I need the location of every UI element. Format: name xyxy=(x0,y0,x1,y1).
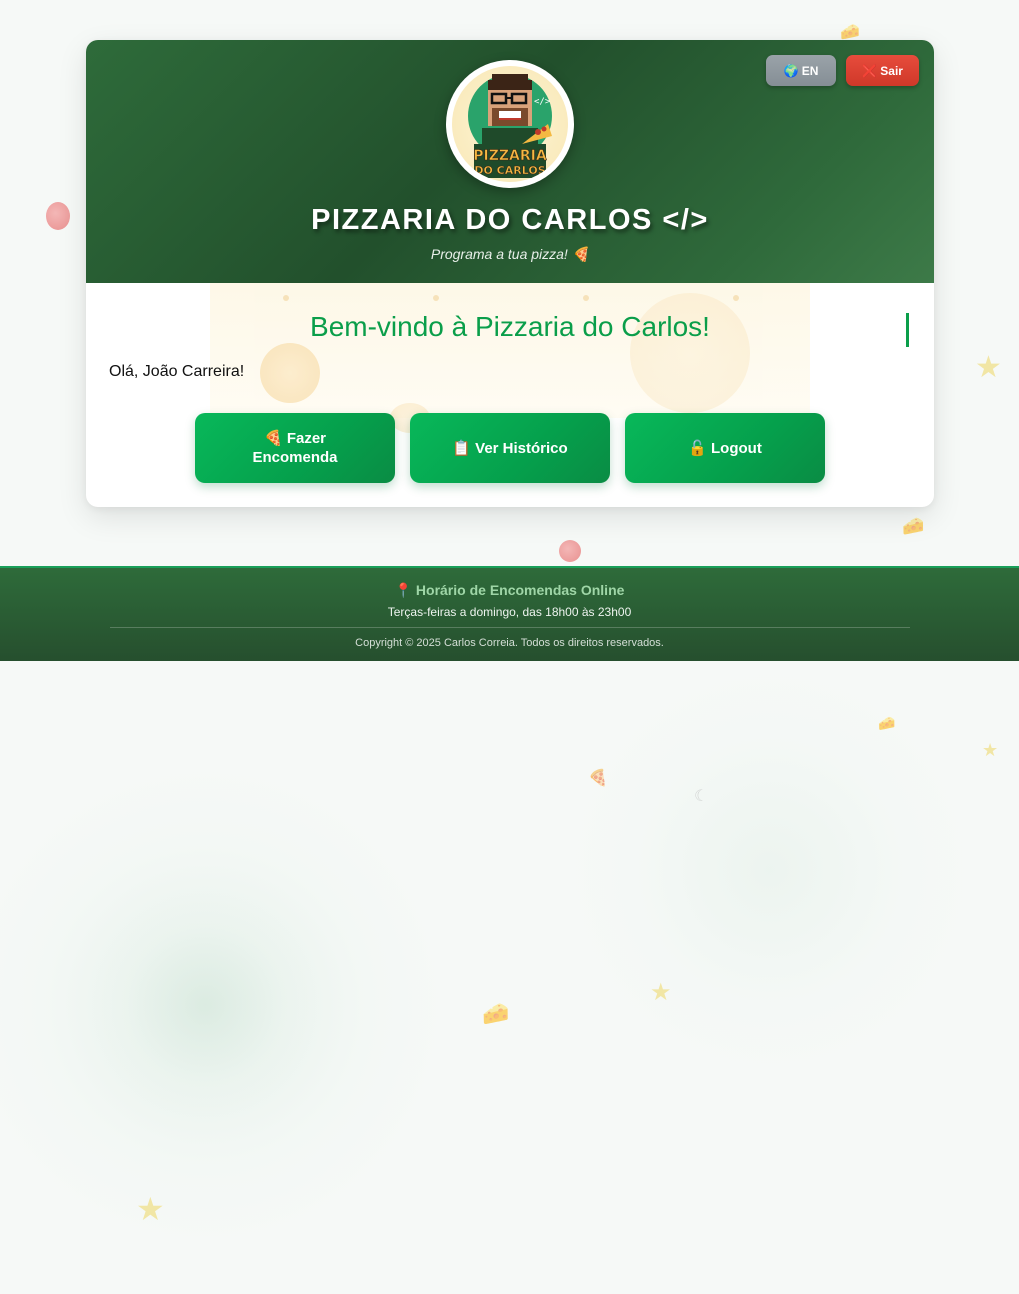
star-icon: ★ xyxy=(136,1190,165,1228)
footer-copyright: Copyright © 2025 Carlos Correia. Todos o… xyxy=(355,637,664,649)
logout-button[interactable]: 🔓 Logout xyxy=(625,413,825,483)
footer-divider xyxy=(110,627,910,628)
main-card: 🌍 EN ❌ Sair </> PIZZARIA DO CARLOS PIZZA… xyxy=(86,40,934,507)
svg-text:DO CARLOS: DO CARLOS xyxy=(474,164,545,177)
typing-cursor xyxy=(906,313,909,347)
logo: </> PIZZARIA DO CARLOS xyxy=(446,60,574,188)
moon-icon: ☾ xyxy=(694,786,709,805)
welcome-heading: Bem-vindo à Pizzaria do Carlos! xyxy=(310,311,710,342)
user-greeting: Olá, João Carreira! xyxy=(109,363,245,380)
svg-text:</>: </> xyxy=(534,97,551,107)
chef-avatar-icon: </> PIZZARIA DO CARLOS xyxy=(468,74,552,178)
star-icon: ★ xyxy=(982,740,999,761)
pizza-slice-icon: 🍕 xyxy=(588,768,608,787)
view-history-button[interactable]: 📋 Ver Histórico xyxy=(410,413,610,483)
bg-circle xyxy=(80,880,330,1130)
footer-hours-title: 📍 Horário de Encomendas Online xyxy=(394,582,625,598)
language-button[interactable]: 🌍 EN xyxy=(766,55,836,86)
star-icon: ★ xyxy=(975,350,1002,385)
place-order-button[interactable]: 🍕 Fazer Encomenda xyxy=(195,413,395,483)
bg-circle xyxy=(560,660,980,1080)
cheese-icon: 🧀 xyxy=(878,716,896,732)
brand-subtitle: Programa a tua pizza! 🍕 xyxy=(430,246,590,262)
cheese-icon: 🧀 xyxy=(902,516,925,537)
footer: 📍 Horário de Encomendas Online Terças-fe… xyxy=(0,566,1019,661)
star-icon: ★ xyxy=(650,978,672,1006)
header: 🌍 EN ❌ Sair </> PIZZARIA DO CARLOS PIZZA… xyxy=(86,40,934,283)
footer-hours-text: Terças-feiras a domingo, das 18h00 às 23… xyxy=(387,605,632,619)
svg-text:PIZZARIA: PIZZARIA xyxy=(473,148,547,164)
cheese-icon: 🧀 xyxy=(840,22,860,41)
tomato-icon xyxy=(46,202,70,230)
brand-title: PIZZARIA DO CARLOS </> xyxy=(311,204,709,236)
pizza-background-decor xyxy=(210,283,810,433)
tomato-icon xyxy=(559,540,581,562)
exit-button[interactable]: ❌ Sair xyxy=(846,55,919,86)
cheese-icon: 🧀 xyxy=(482,1002,510,1027)
bg-circle xyxy=(0,760,450,1250)
